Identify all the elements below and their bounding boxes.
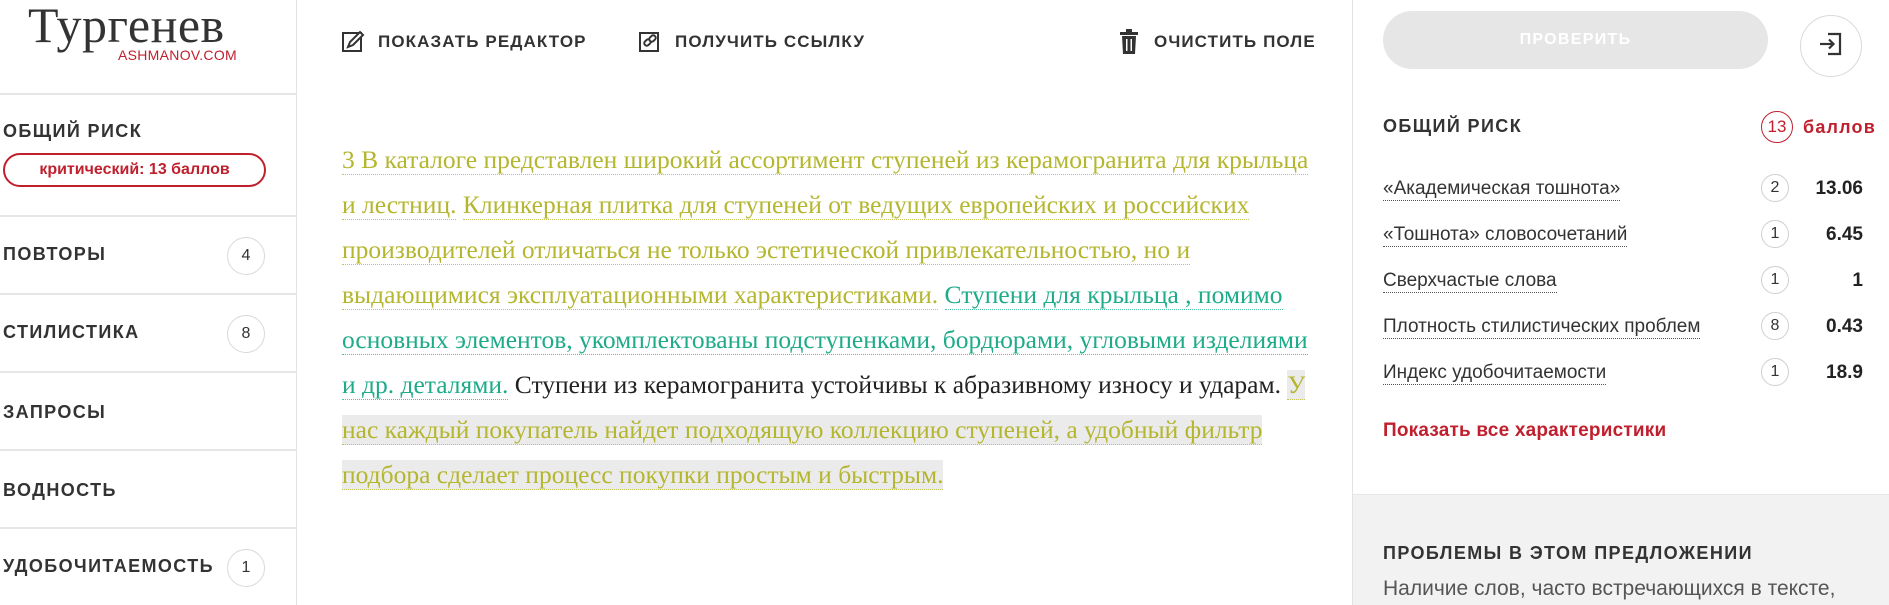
metric-count: 1 [1761, 266, 1789, 294]
logo-title: Тургенев [28, 0, 225, 53]
problems-text: Наличие слов, часто встречающихся в текс… [1383, 577, 1836, 600]
show-all-link[interactable]: Показать все характеристики [1383, 420, 1666, 442]
pencil-icon [340, 29, 366, 55]
sidebar-item-label: СТИЛИСТИКА [3, 322, 140, 342]
risk-score-unit: баллов [1803, 116, 1877, 137]
metric-count: 8 [1761, 312, 1789, 340]
overall-risk-title: ОБЩИЙ РИСК [3, 121, 143, 141]
sidebar-item-repeats[interactable]: ПОВТОРЫ 4 [0, 215, 297, 293]
risk-score-circle: 13 [1761, 111, 1793, 143]
sidebar-item-label: УДОБОЧИТАЕМОСТЬ [3, 556, 214, 576]
login-button[interactable] [1800, 15, 1862, 77]
sidebar-item-label: ЗАПРОСЫ [3, 402, 107, 422]
logo[interactable]: Тургенев ASHMANOV.COM [28, 0, 268, 70]
metric-count: 1 [1761, 220, 1789, 248]
sidebar-item-label: ВОДНОСТЬ [3, 480, 117, 500]
text-segment [456, 190, 462, 219]
metric-count: 2 [1761, 174, 1789, 202]
metric-name[interactable]: «Академическая тошнота» [1383, 178, 1621, 201]
show-editor-label: ПОКАЗАТЬ РЕДАКТОР [378, 32, 587, 51]
get-link-label: ПОЛУЧИТЬ ССЫЛКУ [675, 32, 866, 51]
metric-value: 6.45 [1826, 224, 1863, 245]
get-link-button[interactable]: ПОЛУЧИТЬ ССЫЛКУ [637, 28, 865, 56]
trash-icon [1116, 29, 1142, 55]
metric-count: 1 [1761, 358, 1789, 386]
problems-title: ПРОБЛЕМЫ В ЭТОМ ПРЕДЛОЖЕНИИ [1383, 543, 1753, 563]
clear-field-label: ОЧИСТИТЬ ПОЛЕ [1154, 32, 1316, 51]
results-panel: ПРОВЕРИТЬ ОБЩИЙ РИСК 13 баллов «Академич… [1352, 0, 1889, 605]
sidebar-item-stylistics[interactable]: СТИЛИСТИКА 8 [0, 293, 297, 371]
sidebar-item-queries[interactable]: ЗАПРОСЫ [0, 371, 297, 449]
metric-name[interactable]: Плотность стилистических проблем [1383, 316, 1701, 339]
metric-value: 18.9 [1826, 362, 1863, 383]
overall-risk-title: ОБЩИЙ РИСК [1383, 116, 1523, 136]
metric-value: 1 [1852, 270, 1863, 291]
metric-row[interactable]: Сверхчастые слова 1 1 [1383, 266, 1863, 300]
text-editor[interactable]: 3 В каталоге представлен широкий ассорти… [342, 137, 1322, 497]
logo-subtitle: ASHMANOV.COM [118, 47, 237, 63]
metric-row[interactable]: Плотность стилистических проблем 8 0.43 [1383, 312, 1863, 346]
metric-name[interactable]: «Тошнота» словосочетаний [1383, 224, 1628, 247]
sentence-problems: ПРОБЛЕМЫ В ЭТОМ ПРЕДЛОЖЕНИИ Наличие слов… [1353, 494, 1889, 605]
link-icon [637, 29, 663, 55]
metric-value: 13.06 [1815, 178, 1863, 199]
sidebar-overall-risk: ОБЩИЙ РИСК критический: 13 баллов [0, 93, 297, 215]
sidebar-item-readability[interactable]: УДОБОЧИТАЕМОСТЬ 1 [0, 527, 297, 605]
clear-field-button[interactable]: ОЧИСТИТЬ ПОЛЕ [1116, 28, 1316, 56]
text-segment: Ступени из керамогранита устойчивы к абр… [508, 370, 1288, 399]
sidebar: Тургенев ASHMANOV.COM ОБЩИЙ РИСК критиче… [0, 0, 297, 605]
risk-badge: критический: 13 баллов [3, 153, 266, 187]
metric-name[interactable]: Сверхчастые слова [1383, 270, 1557, 293]
show-editor-button[interactable]: ПОКАЗАТЬ РЕДАКТОР [340, 28, 587, 56]
text-segment [938, 280, 944, 309]
metric-row[interactable]: «Тошнота» словосочетаний 1 6.45 [1383, 220, 1863, 254]
login-icon [1818, 31, 1844, 62]
sidebar-item-water[interactable]: ВОДНОСТЬ [0, 449, 297, 527]
sidebar-item-label: ПОВТОРЫ [3, 244, 107, 264]
metric-row[interactable]: «Академическая тошнота» 2 13.06 [1383, 174, 1863, 208]
check-button[interactable]: ПРОВЕРИТЬ [1383, 11, 1768, 69]
sidebar-item-count: 8 [227, 315, 265, 353]
metric-value: 0.43 [1826, 316, 1863, 337]
overall-risk-score: 13 баллов [1761, 111, 1876, 143]
metric-row[interactable]: Индекс удобочитаемости 1 18.9 [1383, 358, 1863, 392]
sidebar-item-count: 1 [227, 549, 265, 587]
metric-name[interactable]: Индекс удобочитаемости [1383, 362, 1607, 385]
sidebar-item-count: 4 [227, 237, 265, 275]
